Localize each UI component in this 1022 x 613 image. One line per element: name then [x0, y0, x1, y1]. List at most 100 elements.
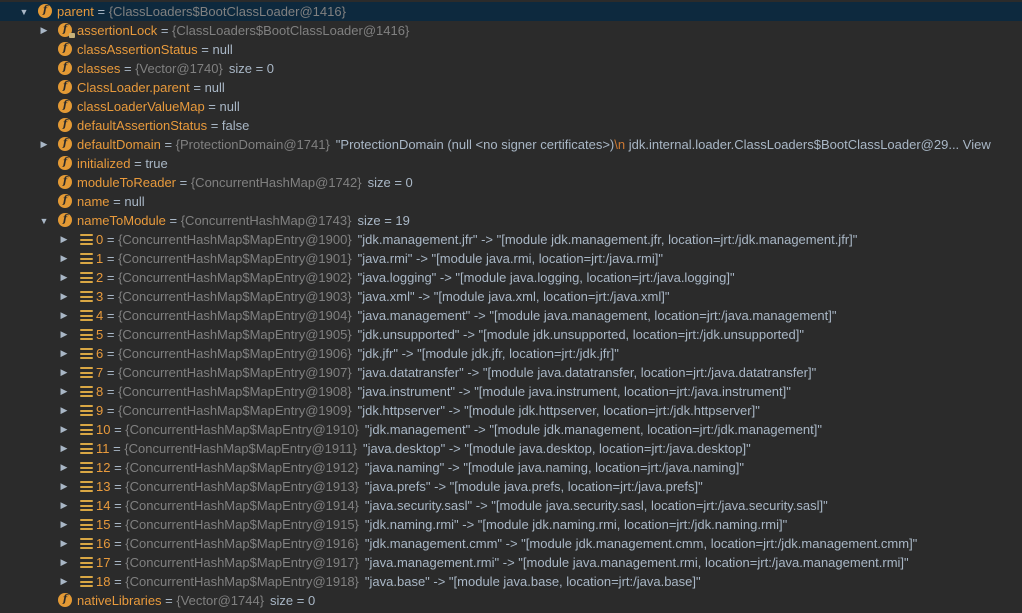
tree-row-entry-4[interactable]: ▶ 4 = {ConcurrentHashMap$MapEntry@1904} "j…: [0, 306, 1022, 325]
object-reference: {ConcurrentHashMap$MapEntry@1900}: [118, 232, 352, 247]
tree-row-entry-9[interactable]: ▶ 9 = {ConcurrentHashMap$MapEntry@1909} "j…: [0, 401, 1022, 420]
object-reference: {ProtectionDomain@1741}: [175, 137, 330, 152]
tree-row-classes[interactable]: f classes = {Vector@1740} size = 0: [0, 59, 1022, 78]
expand-triangle-icon[interactable]: ▶: [58, 420, 70, 439]
tree-row-text: defaultAssertionStatus = false: [77, 116, 249, 135]
tree-row-entry-17[interactable]: ▶ 17 = {ConcurrentHashMap$MapEntry@1917} "…: [0, 553, 1022, 572]
expand-triangle-icon[interactable]: ▶: [58, 268, 70, 287]
tree-row-entry-8[interactable]: ▶ 8 = {ConcurrentHashMap$MapEntry@1908} "j…: [0, 382, 1022, 401]
equals-sign: =: [157, 23, 173, 38]
equals-sign: =: [160, 137, 176, 152]
variable-value: "java.rmi" -> "[module java.rmi, locatio…: [357, 251, 663, 266]
expand-triangle-icon[interactable]: ▶: [58, 249, 70, 268]
tree-row-entry-18[interactable]: ▶ 18 = {ConcurrentHashMap$MapEntry@1918} "…: [0, 572, 1022, 591]
expand-triangle-icon[interactable]: ▶: [58, 382, 70, 401]
tree-row-entry-10[interactable]: ▶ 10 = {ConcurrentHashMap$MapEntry@1910} "…: [0, 420, 1022, 439]
collapse-triangle-icon[interactable]: ▼: [38, 211, 50, 230]
expand-triangle-icon[interactable]: ▶: [58, 496, 70, 515]
field-icon: f: [58, 156, 72, 170]
field-icon: f: [58, 593, 72, 607]
equals-sign: =: [197, 42, 213, 57]
tree-row-entry-0[interactable]: ▶ 0 = {ConcurrentHashMap$MapEntry@1900} "j…: [0, 230, 1022, 249]
tree-row-entry-1[interactable]: ▶ 1 = {ConcurrentHashMap$MapEntry@1901} "j…: [0, 249, 1022, 268]
tree-row-defaultAssertionStatus[interactable]: f defaultAssertionStatus = false: [0, 116, 1022, 135]
tree-row-assertionLock[interactable]: ▶ f assertionLock = {ClassLoaders$BootClas…: [0, 21, 1022, 40]
variable-name: 13: [96, 479, 111, 494]
tree-row-name[interactable]: f name = null: [0, 192, 1022, 211]
expand-triangle-icon[interactable]: ▶: [58, 477, 70, 496]
tree-row-entry-15[interactable]: ▶ 15 = {ConcurrentHashMap$MapEntry@1915} "…: [0, 515, 1022, 534]
object-reference: {ConcurrentHashMap$MapEntry@1918}: [125, 574, 359, 589]
tree-row-text: 1 = {ConcurrentHashMap$MapEntry@1901} "ja…: [96, 249, 663, 268]
tree-row-entry-3[interactable]: ▶ 3 = {ConcurrentHashMap$MapEntry@1903} "j…: [0, 287, 1022, 306]
expand-triangle-icon[interactable]: ▶: [58, 230, 70, 249]
equals-sign: =: [103, 403, 119, 418]
tree-row-entry-5[interactable]: ▶ 5 = {ConcurrentHashMap$MapEntry@1905} "j…: [0, 325, 1022, 344]
tree-row-text: 10 = {ConcurrentHashMap$MapEntry@1910} "j…: [96, 420, 822, 439]
map-entry-icon: [80, 462, 93, 473]
expand-triangle-icon[interactable]: ▶: [58, 344, 70, 363]
expand-triangle-icon[interactable]: ▶: [58, 515, 70, 534]
variable-name: name: [77, 194, 110, 209]
expand-triangle-icon[interactable]: ▶: [58, 458, 70, 477]
tree-row-entry-2[interactable]: ▶ 2 = {ConcurrentHashMap$MapEntry@1902} "j…: [0, 268, 1022, 287]
expand-triangle-icon[interactable]: ▶: [38, 21, 50, 40]
tree-row-entry-16[interactable]: ▶ 16 = {ConcurrentHashMap$MapEntry@1916} "…: [0, 534, 1022, 553]
variable-name: classLoaderValueMap: [77, 99, 205, 114]
object-reference: {ConcurrentHashMap$MapEntry@1906}: [118, 346, 352, 361]
tree-row-entry-14[interactable]: ▶ 14 = {ConcurrentHashMap$MapEntry@1914} "…: [0, 496, 1022, 515]
tree-row-moduleToReader[interactable]: f moduleToReader = {ConcurrentHashMap@174…: [0, 173, 1022, 192]
tree-row-text: classes = {Vector@1740} size = 0: [77, 59, 274, 78]
tree-row-classAssertionStatus[interactable]: f classAssertionStatus = null: [0, 40, 1022, 59]
expand-triangle-icon[interactable]: ▶: [58, 439, 70, 458]
tree-row-text: 17 = {ConcurrentHashMap$MapEntry@1917} "j…: [96, 553, 909, 572]
field-icon: f: [38, 4, 52, 18]
tree-row-classLoaderValueMap[interactable]: f classLoaderValueMap = null: [0, 97, 1022, 116]
object-reference: {ConcurrentHashMap$MapEntry@1901}: [118, 251, 352, 266]
variable-value: "java.instrument" -> "[module java.instr…: [357, 384, 791, 399]
field-icon: f: [58, 175, 72, 189]
expand-triangle-icon[interactable]: ▶: [58, 363, 70, 382]
equals-sign: =: [130, 156, 146, 171]
object-reference: {ClassLoaders$BootClassLoader@1416}: [108, 4, 346, 19]
expand-triangle-icon[interactable]: ▶: [58, 325, 70, 344]
variable-value: null: [212, 42, 233, 57]
object-reference: {ConcurrentHashMap@1743}: [180, 213, 352, 228]
object-reference: {Vector@1744}: [176, 593, 265, 608]
variable-name: 11: [96, 441, 110, 456]
tree-row-entry-13[interactable]: ▶ 13 = {ConcurrentHashMap$MapEntry@1913} "…: [0, 477, 1022, 496]
collapse-triangle-icon[interactable]: ▼: [18, 2, 30, 21]
expand-triangle-icon[interactable]: ▶: [58, 306, 70, 325]
tree-row-text: name = null: [77, 192, 145, 211]
variable-value: size = 0: [228, 61, 275, 76]
expand-triangle-icon[interactable]: ▶: [58, 572, 70, 591]
object-reference: {ConcurrentHashMap$MapEntry@1905}: [118, 327, 352, 342]
variable-value: "java.base" -> "[module java.base, locat…: [364, 574, 701, 589]
variable-name: defaultAssertionStatus: [77, 118, 208, 133]
equals-sign: =: [165, 213, 181, 228]
tree-row-entry-7[interactable]: ▶ 7 = {ConcurrentHashMap$MapEntry@1907} "j…: [0, 363, 1022, 382]
tree-row-entry-6[interactable]: ▶ 6 = {ConcurrentHashMap$MapEntry@1906} "j…: [0, 344, 1022, 363]
tree-row-text: 18 = {ConcurrentHashMap$MapEntry@1918} "j…: [96, 572, 701, 591]
object-reference: {ConcurrentHashMap$MapEntry@1917}: [125, 555, 359, 570]
tree-row-defaultDomain[interactable]: ▶ f defaultDomain = {ProtectionDomain@1741…: [0, 135, 1022, 154]
equals-sign: =: [103, 232, 119, 247]
tree-row-entry-12[interactable]: ▶ 12 = {ConcurrentHashMap$MapEntry@1912} "…: [0, 458, 1022, 477]
tree-row-entry-11[interactable]: ▶ 11 = {ConcurrentHashMap$MapEntry@1911} "…: [0, 439, 1022, 458]
expand-triangle-icon[interactable]: ▶: [58, 401, 70, 420]
equals-sign: =: [103, 327, 119, 342]
tree-row-parent[interactable]: ▼ f parent = {ClassLoaders$BootClassLoader…: [0, 2, 1022, 21]
tree-row-initialized[interactable]: f initialized = true: [0, 154, 1022, 173]
tree-row-nativeLibraries[interactable]: f nativeLibraries = {Vector@1744} size = 0: [0, 591, 1022, 610]
tree-row-text: 14 = {ConcurrentHashMap$MapEntry@1914} "j…: [96, 496, 828, 515]
tree-row-classloader-parent[interactable]: f ClassLoader.parent = null: [0, 78, 1022, 97]
escape-sequence: \n: [614, 137, 626, 152]
expand-triangle-icon[interactable]: ▶: [58, 553, 70, 572]
expand-triangle-icon[interactable]: ▶: [38, 135, 50, 154]
object-reference: {ConcurrentHashMap$MapEntry@1902}: [118, 270, 352, 285]
expand-triangle-icon[interactable]: ▶: [58, 287, 70, 306]
map-entry-icon: [80, 443, 93, 454]
expand-triangle-icon[interactable]: ▶: [58, 534, 70, 553]
tree-row-nameToModule[interactable]: ▼ f nameToModule = {ConcurrentHashMap@1743…: [0, 211, 1022, 230]
equals-sign: =: [110, 536, 126, 551]
